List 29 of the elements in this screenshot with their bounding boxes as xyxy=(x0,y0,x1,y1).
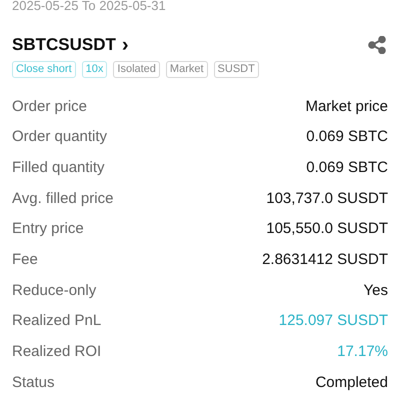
field-label: Avg. filled price xyxy=(12,188,114,209)
field-label: Order price xyxy=(12,96,88,117)
field-value: 103,737.0 SUSDT xyxy=(266,188,388,209)
date-range: 2025-05-25 To 2025-05-31 xyxy=(12,0,167,13)
field-label: Reduce-only xyxy=(12,280,96,301)
tag: SUSDT xyxy=(214,60,259,78)
tag: 10x xyxy=(82,60,108,78)
field-value: Market price xyxy=(305,96,388,117)
chevron-icon[interactable]: › xyxy=(122,36,129,54)
tag: Isolated xyxy=(113,60,160,78)
field-value: 105,550.0 SUSDT xyxy=(266,219,388,240)
field-label: Fee xyxy=(12,250,38,270)
tag: Close short xyxy=(12,60,76,78)
field-value: Yes xyxy=(364,280,388,301)
field-value: 0.069 SBTC xyxy=(306,158,388,178)
field-value: 0.069 SBTC xyxy=(306,127,388,148)
field-label: Status xyxy=(12,372,55,393)
field-label: Realized ROI xyxy=(12,342,102,362)
field-value: 125.097 SUSDT xyxy=(278,311,388,332)
symbol-title[interactable]: SBTCSUSDT xyxy=(12,32,116,58)
field-value: 2.8631412 SUSDT xyxy=(262,250,388,270)
field-value: Completed xyxy=(315,372,388,393)
share-icon[interactable] xyxy=(368,36,386,54)
field-label: Realized PnL xyxy=(12,311,102,332)
field-label: Filled quantity xyxy=(12,158,105,178)
field-label: Entry price xyxy=(12,219,84,240)
field-label: Order quantity xyxy=(12,127,108,148)
tag: Market xyxy=(166,60,208,78)
field-value: 17.17% xyxy=(337,342,388,362)
